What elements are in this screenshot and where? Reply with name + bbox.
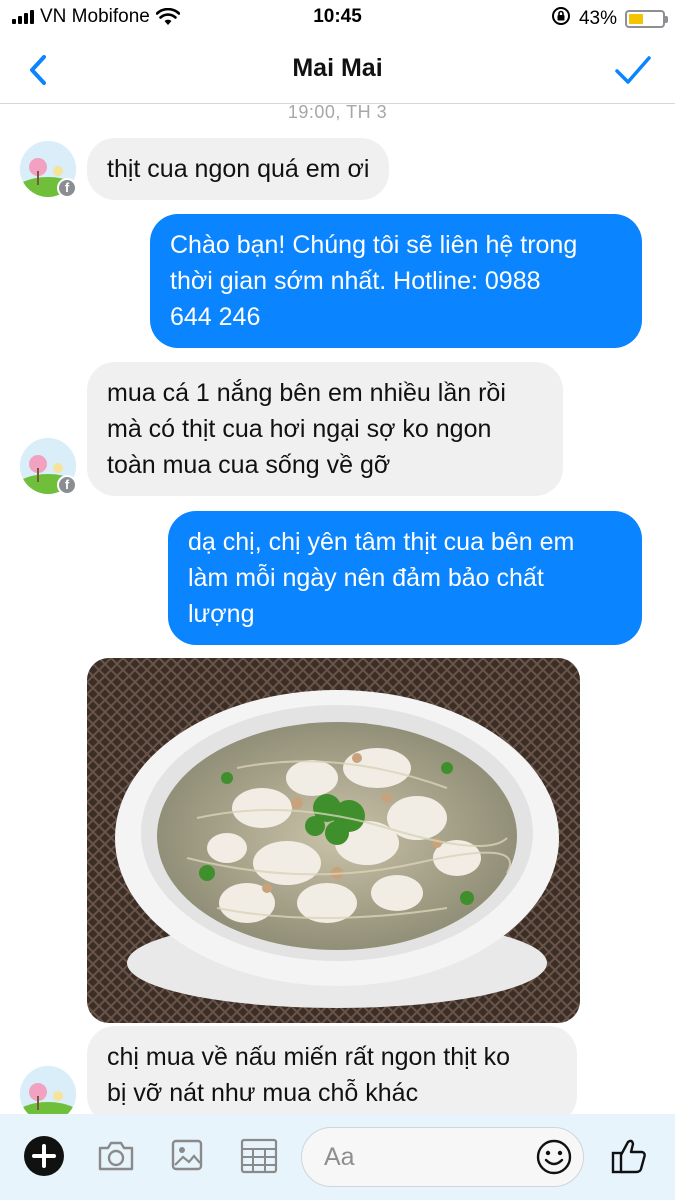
message-bubble-incoming[interactable]: thịt cua ngon quá em ơi	[87, 138, 390, 200]
message-line: 644 246	[170, 303, 261, 331]
message-line: lượng	[188, 600, 255, 628]
rotation-lock-icon	[551, 6, 571, 32]
sticker-grid-icon[interactable]	[240, 1138, 278, 1179]
message-line: dạ chị, chị yên tâm thịt cua bên em	[188, 528, 575, 556]
camera-icon[interactable]	[96, 1138, 136, 1179]
message-line: bị vỡ nát như mua chỗ khác	[107, 1079, 419, 1107]
battery-icon	[625, 10, 668, 28]
message-line: mà có thịt cua hơi ngại sợ ko ngon	[107, 415, 492, 443]
messenger-badge-icon: f	[57, 178, 77, 198]
message-bubble-outgoing[interactable]: dạ chị, chị yên tâm thịt cua bên em làm …	[168, 511, 642, 645]
message-line: toàn mua cua sống về gỡ	[107, 451, 391, 479]
checkmark-icon[interactable]	[613, 52, 653, 88]
message-line: chị mua về nấu miến rất ngon thịt ko	[107, 1043, 511, 1071]
status-bar: VN Mobifone 10:45 43%	[0, 0, 675, 36]
plus-icon[interactable]	[24, 1136, 64, 1176]
message-line: mua cá 1 nắng bên em nhiều lần rồi	[107, 379, 506, 407]
message-bubble-outgoing[interactable]: Chào bạn! Chúng tôi sẽ liên hệ trong thờ…	[150, 214, 642, 348]
message-input-placeholder: Aa	[324, 1143, 355, 1171]
conversation-header: Mai Mai	[0, 36, 675, 104]
battery-level	[629, 14, 643, 24]
message-line: thời gian sớm nhất. Hotline: 0988	[170, 267, 541, 295]
message-text: thịt cua ngon quá em ơi	[107, 155, 370, 183]
status-right: 43%	[551, 6, 668, 32]
contact-name[interactable]: Mai Mai	[0, 54, 675, 83]
message-bubble-incoming[interactable]: mua cá 1 nắng bên em nhiều lần rồi mà có…	[87, 362, 563, 496]
battery-percent: 43%	[578, 8, 617, 29]
conversation-timestamp: 19:00, TH 3	[287, 102, 388, 122]
message-line: Chào bạn! Chúng tôi sẽ liên hệ trong	[170, 231, 578, 259]
message-bubble-incoming[interactable]: chị mua về nấu miến rất ngon thịt ko bị …	[87, 1026, 577, 1124]
thumbs-up-icon[interactable]	[610, 1136, 648, 1181]
message-line: làm mỗi ngày nên đảm bảo chất	[188, 564, 544, 592]
emoji-icon[interactable]	[535, 1138, 573, 1181]
message-composer: Aa	[0, 1114, 675, 1200]
crab-noodle-soup-photo[interactable]	[87, 658, 580, 1023]
messenger-badge-icon: f	[57, 475, 77, 495]
photo-icon[interactable]	[170, 1138, 204, 1177]
